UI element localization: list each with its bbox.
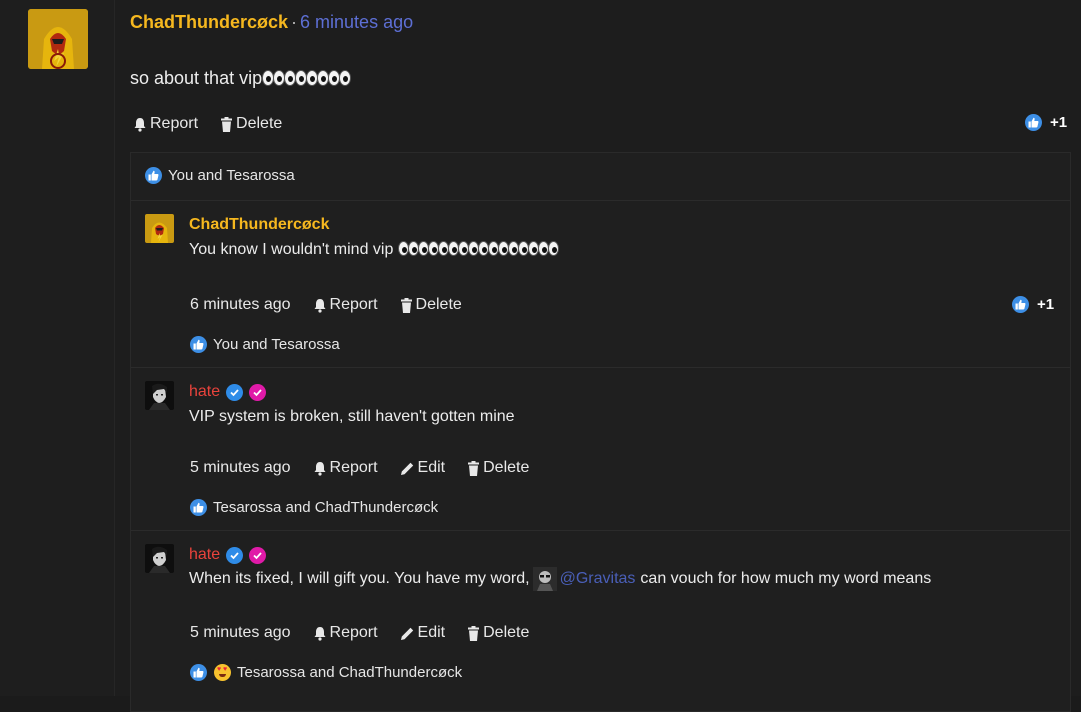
reactions-text: You and Tesarossa — [168, 167, 295, 184]
comment-like-count[interactable]: +1 — [1012, 296, 1054, 313]
post-author-name[interactable]: ChadThundercøck — [130, 12, 288, 32]
pencil-icon — [400, 462, 413, 475]
thumbs-up-icon — [1025, 114, 1042, 131]
bell-icon — [314, 626, 326, 641]
comment-author-name[interactable]: ChadThundercøck — [189, 216, 329, 234]
report-label: Report — [329, 624, 378, 641]
comment-body: When its fixed, I will gift you. You hav… — [189, 567, 931, 591]
post-header: ChadThundercøck · 6 minutes ago — [130, 12, 413, 33]
thumbs-up-icon — [190, 664, 207, 681]
thumbs-up-icon — [190, 336, 207, 353]
thumbs-up-icon — [1012, 296, 1029, 313]
edit-label: Edit — [417, 459, 446, 476]
mention-link[interactable]: @Gravitas — [560, 570, 636, 588]
edit-button[interactable]: Edit — [400, 624, 446, 642]
comment-text: When its fixed, I will gift you. You hav… — [189, 570, 530, 587]
comment-author-name[interactable]: hate — [189, 546, 220, 564]
comment-text: VIP system is broken, still haven't gott… — [189, 408, 515, 425]
left-gutter — [0, 0, 115, 696]
comment-text: You know I wouldn't mind vip — [189, 241, 394, 258]
trash-icon — [468, 625, 480, 641]
reactions-text: You and Tesarossa — [213, 336, 340, 353]
post-body: so about that vip — [130, 68, 352, 89]
post-actions: Report Delete — [133, 115, 304, 133]
comment-actions: 5 minutes ago Report Edit Delete — [190, 624, 551, 642]
comment-author: ChadThundercøck — [189, 216, 329, 234]
comment-time[interactable]: 5 minutes ago — [190, 459, 291, 477]
bell-icon — [314, 461, 326, 476]
main-post: ChadThundercøck · 6 minutes ago so about t… — [115, 0, 1081, 712]
divider — [131, 200, 1070, 201]
report-button[interactable]: Report — [313, 296, 378, 314]
comment-time[interactable]: 6 minutes ago — [190, 296, 291, 314]
like-count-label: +1 — [1050, 114, 1068, 131]
trash-icon — [221, 116, 233, 132]
trash-icon — [400, 297, 412, 313]
comment-reactions[interactable]: Tesarossa and ChadThundercøck — [190, 664, 462, 681]
delete-button[interactable]: Delete — [400, 296, 462, 314]
report-label: Report — [329, 296, 378, 313]
comment-actions: 6 minutes ago Report Delete — [190, 296, 484, 314]
comment-avatar[interactable] — [145, 381, 174, 410]
reactions-text: Tesarossa and ChadThundercøck — [213, 499, 439, 516]
delete-button[interactable]: Delete — [467, 624, 529, 642]
delete-label: Delete — [236, 115, 283, 132]
report-label: Report — [150, 115, 199, 132]
post-reactions[interactable]: You and Tesarossa — [145, 167, 295, 184]
post-body-text: so about that vip — [130, 68, 263, 88]
edit-label: Edit — [417, 624, 446, 641]
comment-actions: 5 minutes ago Report Edit Delete — [190, 459, 551, 477]
delete-button[interactable]: Delete — [467, 459, 529, 477]
post-like-count[interactable]: +1 — [1025, 114, 1067, 131]
delete-label: Delete — [415, 296, 462, 313]
pencil-icon — [400, 627, 413, 640]
delete-label: Delete — [483, 459, 530, 476]
edit-button[interactable]: Edit — [400, 459, 446, 477]
mention-avatar[interactable] — [532, 567, 557, 591]
comment-time[interactable]: 5 minutes ago — [190, 624, 291, 642]
bell-icon — [314, 298, 326, 313]
comments-section: You and Tesarossa ChadThundercøck You kn… — [130, 152, 1071, 712]
report-label: Report — [329, 459, 378, 476]
separator: · — [291, 12, 298, 32]
eyes-emoji-group — [262, 68, 352, 88]
comment-author: hate — [189, 546, 267, 564]
verified-badge-icon — [249, 383, 267, 401]
post-author-avatar[interactable] — [28, 9, 88, 69]
comment-text-continued: can vouch for how much my word means — [640, 570, 932, 587]
eye-emoji-icon — [548, 241, 560, 256]
comment-avatar[interactable] — [145, 214, 174, 243]
verified-badge-icon — [249, 546, 267, 564]
comment-author: hate — [189, 383, 267, 401]
reactions-text: Tesarossa and ChadThundercøck — [237, 664, 463, 681]
bell-icon — [134, 117, 146, 132]
comment-avatar[interactable] — [145, 544, 174, 573]
report-button[interactable]: Report — [313, 459, 378, 477]
delete-button[interactable]: Delete — [220, 115, 282, 133]
comment-reactions[interactable]: Tesarossa and ChadThundercøck — [190, 499, 438, 516]
comment-reactions[interactable]: You and Tesarossa — [190, 336, 340, 353]
divider — [131, 530, 1070, 531]
comment-body: VIP system is broken, still haven't gott… — [189, 408, 515, 426]
thumbs-up-icon — [190, 499, 207, 516]
eyes-emoji-group — [398, 241, 560, 259]
verified-badge-icon — [226, 546, 244, 564]
post-time[interactable]: 6 minutes ago — [300, 12, 413, 32]
eye-emoji-icon — [339, 70, 352, 86]
report-button[interactable]: Report — [313, 624, 378, 642]
verified-badge-icon — [226, 383, 244, 401]
thumbs-up-icon — [145, 167, 162, 184]
heart-eyes-icon — [214, 664, 231, 681]
like-count-label: +1 — [1037, 296, 1055, 313]
divider — [131, 367, 1070, 368]
delete-label: Delete — [483, 624, 530, 641]
report-button[interactable]: Report — [133, 115, 198, 133]
trash-icon — [468, 460, 480, 476]
comment-author-name[interactable]: hate — [189, 383, 220, 401]
comment-body: You know I wouldn't mind vip — [189, 241, 560, 259]
